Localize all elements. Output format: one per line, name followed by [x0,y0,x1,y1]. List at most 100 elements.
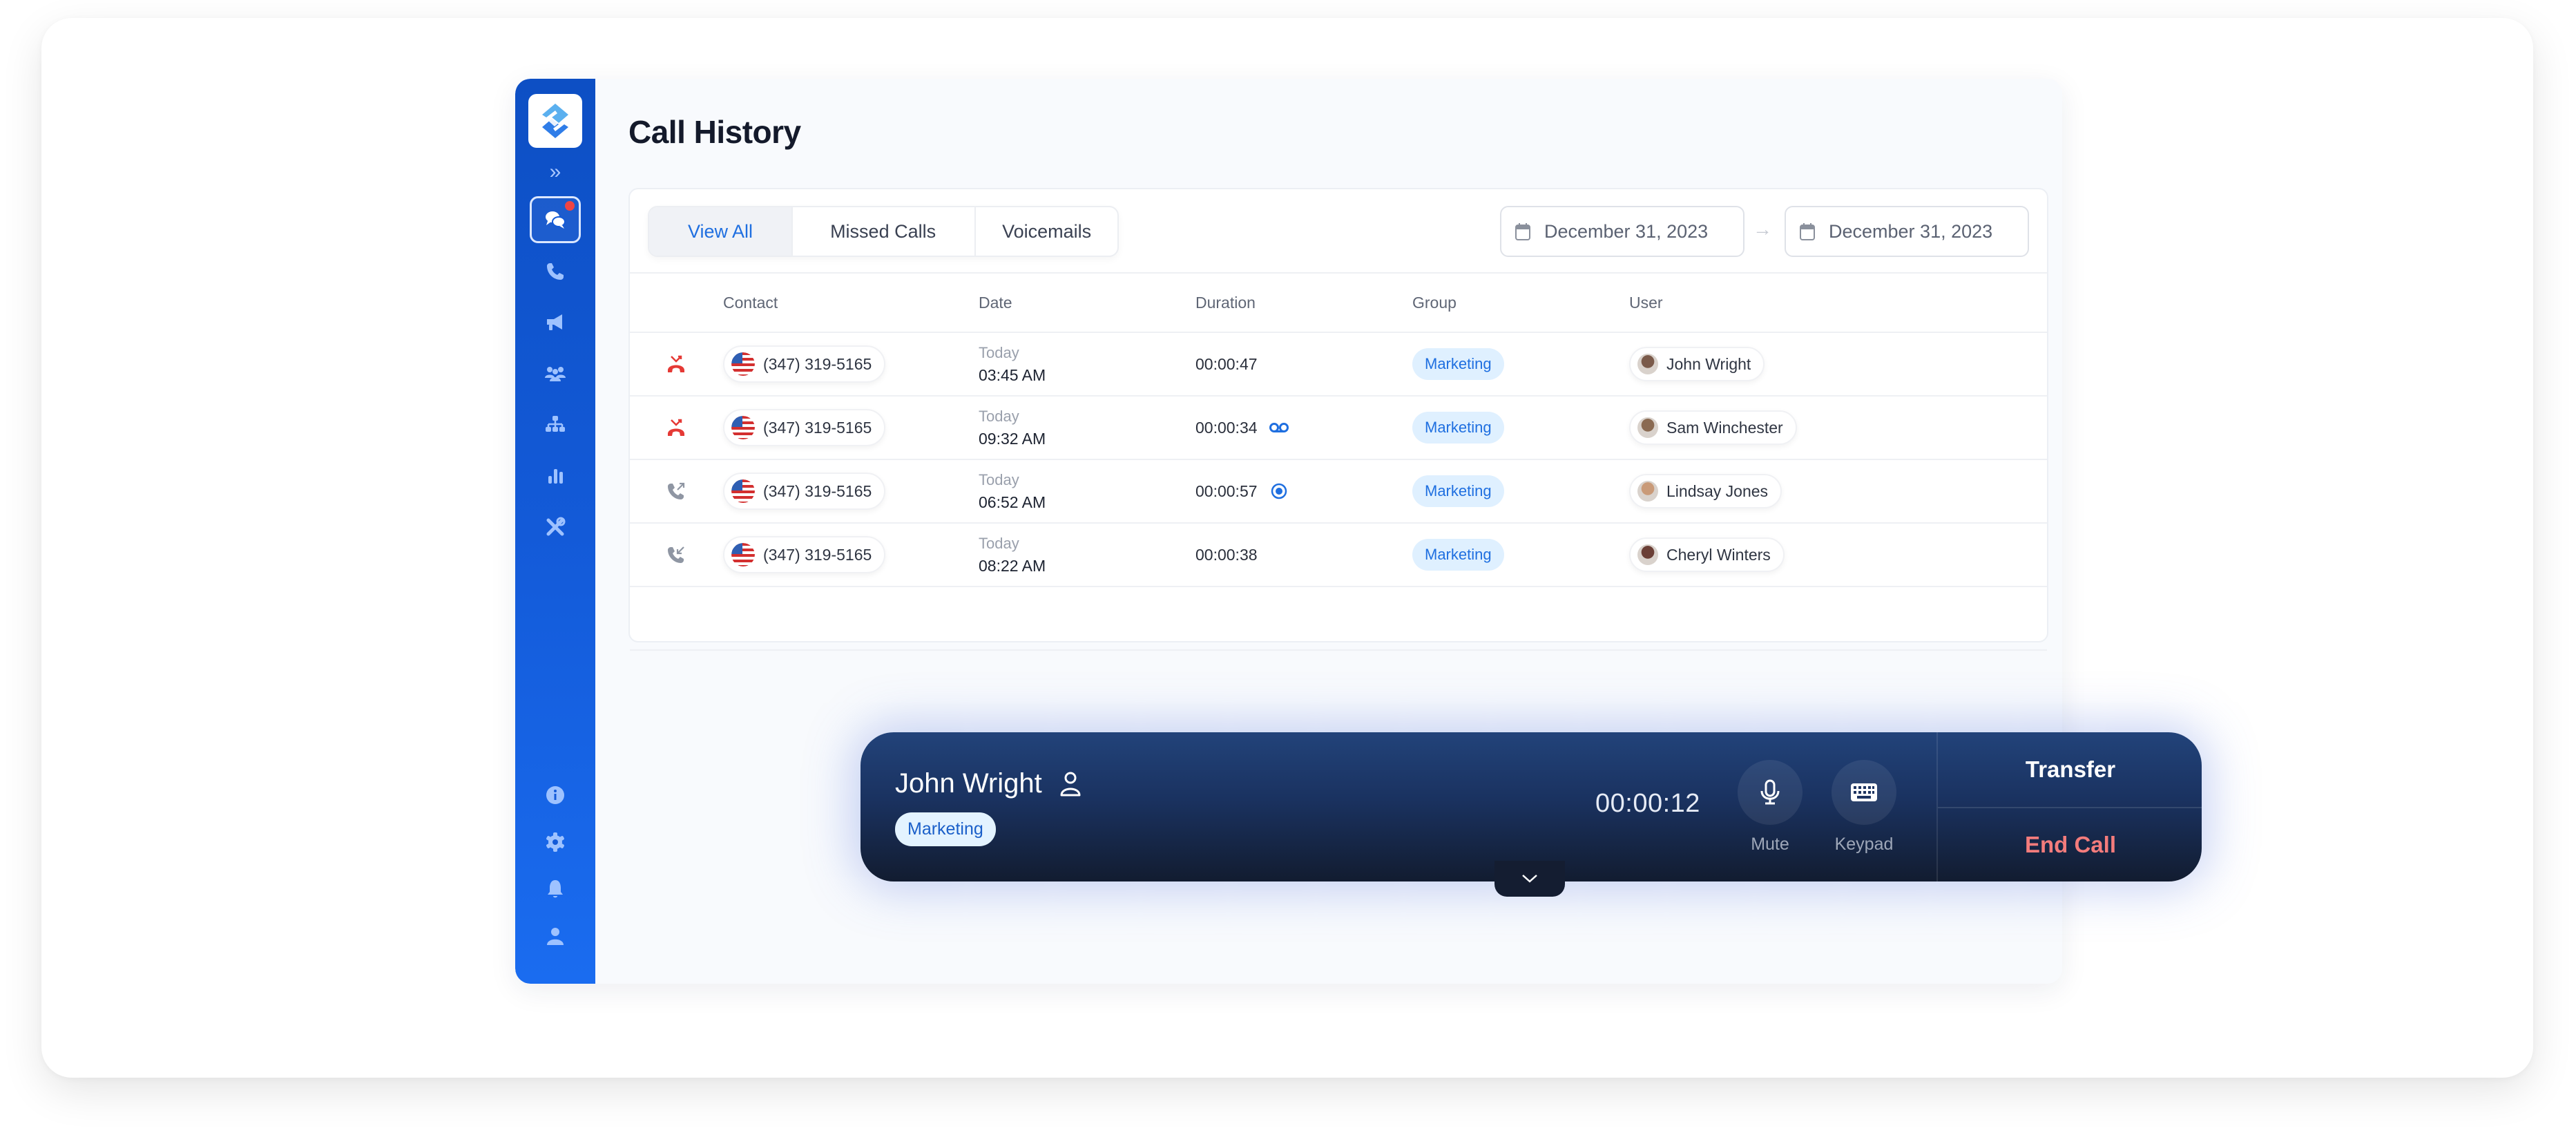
sidebar-item-calls[interactable] [530,249,580,294]
missed-call-icon [668,355,684,372]
tab-voicemails[interactable]: Voicemails [976,207,1117,256]
user-name: John Wright [1666,354,1751,373]
user-cell: John Wright [1628,332,2047,397]
users-icon [545,367,566,381]
header-user[interactable]: User [1628,274,2047,333]
duration-cell: 00:00:34 [1195,396,1412,460]
contact-pill[interactable]: (347) 319-5165 [723,345,886,383]
date-time: 03:45 AM [979,365,1046,384]
collapse-call-bar-button[interactable] [1494,861,1565,897]
sidebar-item-contacts[interactable] [530,351,580,397]
bell-icon [548,880,563,898]
table-row[interactable]: (347) 319-5165 Today 09:32 AM 00:00:34 Marke… [630,396,2047,460]
date-time: 08:22 AM [979,556,1046,575]
transfer-button[interactable]: Transfer [1938,732,2202,808]
sidebar-item-reports[interactable] [530,453,580,499]
user-pill[interactable]: John Wright [1629,347,1765,381]
microphone-icon [1760,779,1780,805]
empty-row [630,587,2047,651]
expand-sidebar-icon[interactable]: » [550,162,561,182]
contact-pill[interactable]: (347) 319-5165 [723,473,886,510]
us-flag-icon [731,352,755,376]
sidebar-item-campaigns[interactable] [530,300,580,345]
avatar [1637,544,1658,565]
duration-value: 00:00:47 [1195,354,1258,373]
logo-icon [542,104,568,138]
header-duration[interactable]: Duration [1195,274,1412,333]
sidebar-item-organization[interactable] [530,402,580,448]
megaphone-icon [547,314,562,330]
duration-value: 00:00:38 [1195,545,1258,564]
avatar [1637,417,1658,438]
mute-label: Mute [1751,835,1789,854]
duration-cell: 00:00:38 [1195,523,1412,587]
sidebar-item-info[interactable] [530,772,580,818]
call-history-panel: View All Missed Calls Voicemails Decembe… [628,188,2048,651]
tab-missed-calls[interactable]: Missed Calls [793,207,977,256]
caller-name-row: John Wright [895,768,1082,799]
date-from-picker[interactable]: December 31, 2023 [1500,206,1744,257]
sidebar-item-messages[interactable] [530,196,581,243]
user-pill[interactable]: Lindsay Jones [1629,474,1782,508]
sidebar: » [515,79,595,984]
mute-button[interactable]: Mute [1738,760,1803,855]
group-badge: Marketing [1412,348,1504,380]
avatar [1637,354,1658,374]
header-group[interactable]: Group [1412,274,1628,333]
keypad-button[interactable]: Keypad [1832,760,1896,855]
duration-value: 00:00:57 [1195,482,1258,500]
info-icon [546,786,564,804]
contact-number: (347) 319-5165 [763,482,872,500]
end-call-button[interactable]: End Call [1938,808,2202,881]
contact-pill[interactable]: (347) 319-5165 [723,536,886,573]
caller-group-badge: Marketing [895,812,996,846]
contact-profile-icon[interactable] [1059,770,1082,798]
call-timer: 00:00:12 [1595,789,1700,818]
sidebar-item-profile[interactable] [530,913,580,959]
calendar-icon [1515,223,1530,240]
direction-cell [630,396,722,460]
user-icon [547,928,564,945]
contact-number: (347) 319-5165 [763,354,872,373]
sidebar-bottom [530,771,580,959]
contact-cell: (347) 319-5165 [722,523,978,587]
contact-pill[interactable]: (347) 319-5165 [723,409,886,446]
app-logo[interactable] [528,94,582,148]
voicemail-icon[interactable] [1269,419,1289,436]
avatar [1637,481,1658,502]
filter-bar: View All Missed Calls Voicemails Decembe… [630,189,2047,274]
table-row[interactable]: (347) 319-5165 Today 03:45 AM 00:00:47 Marke… [630,332,2047,397]
direction-cell [630,523,722,587]
date-to-value: December 31, 2023 [1829,220,1993,242]
user-pill[interactable]: Cheryl Winters [1629,537,1785,572]
table-row[interactable]: (347) 319-5165 Today 08:22 AM 00:00:38 Marke… [630,523,2047,587]
group-cell: Marketing [1412,459,1628,524]
sidebar-item-tools[interactable] [530,504,580,550]
active-call-bar: John Wright Marketing 00:00:12 Mute Keyp… [861,732,2202,881]
us-flag-icon [731,416,755,439]
header-date[interactable]: Date [978,274,1195,333]
arrow-right-icon: → [1753,218,1772,240]
table-row[interactable]: (347) 319-5165 Today 06:52 AM 00:00:57 Marke… [630,459,2047,524]
date-time: 06:52 AM [979,493,1046,511]
user-pill[interactable]: Sam Winchester [1629,410,1797,445]
tab-view-all[interactable]: View All [649,207,794,256]
outgoing-call-icon [668,482,685,499]
call-history-table: Contact Date Duration Group User (347) 3… [630,274,2047,651]
sidebar-item-settings[interactable] [530,819,580,865]
contact-cell: (347) 319-5165 [722,332,978,397]
caller-name: John Wright [895,768,1042,799]
user-name: Cheryl Winters [1666,545,1771,564]
table-header: Contact Date Duration Group User [630,274,2047,333]
calendar-icon [1800,223,1815,240]
direction-cell [630,459,722,524]
header-contact[interactable]: Contact [722,274,978,333]
date-day: Today [979,534,1019,552]
recording-icon[interactable] [1269,483,1289,499]
date-to-picker[interactable]: December 31, 2023 [1785,206,2029,257]
date-cell: Today 03:45 AM [978,332,1195,397]
user-cell: Lindsay Jones [1628,459,2047,524]
group-cell: Marketing [1412,523,1628,587]
direction-cell [630,332,722,397]
sidebar-item-notifications[interactable] [530,866,580,912]
